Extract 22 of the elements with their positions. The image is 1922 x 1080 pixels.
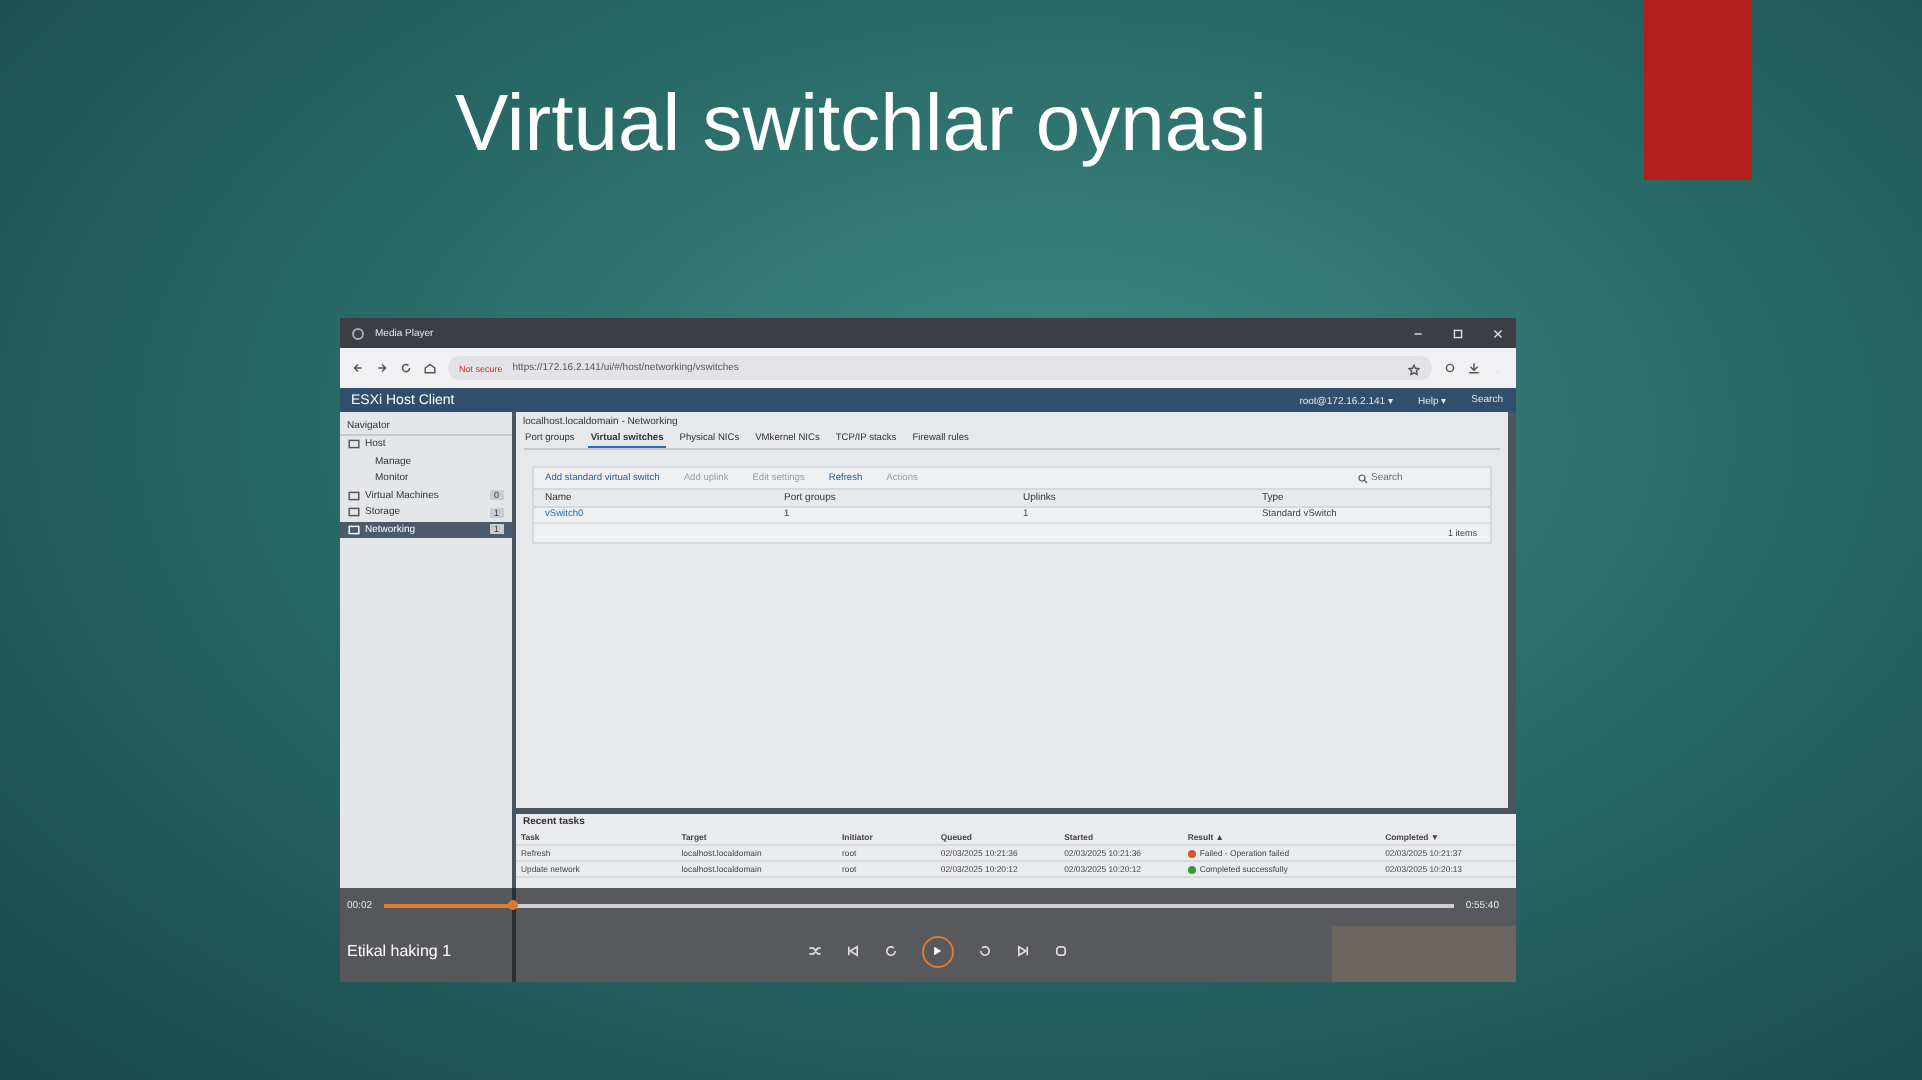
repeat-icon[interactable] [1053, 944, 1067, 958]
video-title: Etikal haking 1 [347, 942, 454, 960]
download-icon[interactable] [1467, 362, 1479, 374]
folder-icon [347, 438, 359, 451]
extension-icon[interactable] [1443, 362, 1455, 374]
forward-icon[interactable] [375, 362, 387, 374]
back-icon[interactable] [351, 362, 363, 374]
maximize-icon[interactable] [1451, 327, 1463, 339]
search-icon [1357, 473, 1367, 483]
next-icon[interactable] [1015, 944, 1029, 958]
close-icon[interactable] [1491, 327, 1503, 339]
reload-icon[interactable] [399, 362, 411, 374]
play-button[interactable] [921, 935, 953, 967]
slide-title: Virtual switchlar oynasi [454, 80, 1268, 172]
play-icon [930, 944, 944, 958]
shuffle-icon[interactable] [807, 944, 821, 958]
star-icon[interactable] [1407, 364, 1419, 376]
rewind-icon[interactable] [883, 944, 897, 958]
minimize-icon[interactable] [1411, 327, 1423, 339]
app-icon [351, 327, 363, 339]
home-icon[interactable] [423, 362, 435, 374]
previous-icon[interactable] [845, 944, 859, 958]
